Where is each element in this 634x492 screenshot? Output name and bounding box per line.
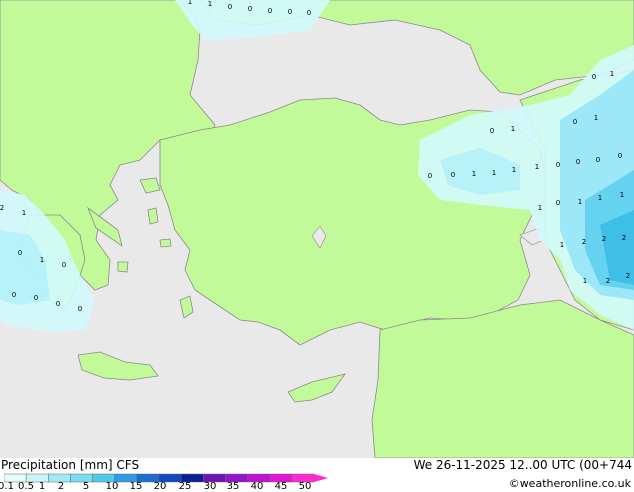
precip-value: 0 (596, 156, 600, 164)
scale-tick-label: 1 (38, 481, 46, 492)
scale-tick-label: 0.5 (18, 481, 34, 492)
precip-value: 1 (535, 163, 539, 171)
chios-island (147, 207, 159, 225)
scale-tick-label: 35 (226, 481, 240, 492)
scale-tick-label: 25 (178, 481, 192, 492)
precip-value: 2 (582, 238, 586, 246)
precip-value: 2 (606, 277, 610, 285)
precip-value: 1 (511, 125, 515, 133)
scale-tick-label: 45 (274, 481, 288, 492)
precip-value: 0 (592, 73, 596, 81)
legend-bar: Precipitation [mm] CFS We 26-11-2025 12.… (0, 458, 634, 492)
precip-value: 1 (598, 194, 602, 202)
precip-value: 1 (610, 70, 614, 78)
precip-value: 1 (583, 277, 587, 285)
precip-value: 0 (228, 3, 232, 11)
precip-value: 1 (188, 0, 192, 6)
precip-value: 0 (248, 5, 252, 13)
scale-tick-label: 20 (153, 481, 167, 492)
scale-arrow (314, 474, 328, 482)
precip-value: 2 (602, 235, 606, 243)
precip-value: 1 (40, 256, 44, 264)
precip-value: 0 (618, 152, 622, 160)
precip-value: 0 (288, 8, 292, 16)
levant-land (371, 299, 634, 458)
credit-link[interactable]: ©weatheronline.co.uk (509, 477, 631, 490)
precip-value: 0 (573, 118, 577, 126)
precip-value: 0 (490, 127, 494, 135)
scale-tick-label: 40 (250, 481, 264, 492)
legend-title: Precipitation [mm] CFS (1, 458, 140, 472)
precip-value: 0 (451, 171, 455, 179)
precip-value: 0 (78, 305, 82, 313)
precip-value: 0 (268, 7, 272, 15)
scale-tick-label: 0.1 (0, 481, 14, 492)
precip-value: 2 (0, 204, 4, 212)
precip-value: 0 (556, 199, 560, 207)
precip-value: 0 (428, 172, 432, 180)
precip-value: 1 (578, 198, 582, 206)
naxos-island (117, 261, 129, 273)
scale-tick-label: 5 (82, 481, 90, 492)
scale-swatch (70, 473, 93, 483)
precip-value: 2 (626, 272, 630, 280)
precip-value: 1 (22, 209, 26, 217)
precip-value: 0 (556, 161, 560, 169)
precip-value: 1 (538, 204, 542, 212)
precip-value: 1 (512, 166, 516, 174)
samos-island (159, 238, 172, 248)
precip-value: 1 (594, 114, 598, 122)
precipitation-map: 1 1 0 0 0 0 0 0 1 0 1 1 0 0 0 0 1 1 1 1 0 0 0 1 0 1 1 1 2 1 2 2 1 2 2 2 1 0 1 0… (0, 0, 634, 458)
scale-tick-label: 2 (57, 481, 65, 492)
precip-value: 1 (492, 169, 496, 177)
precip-value: 0 (62, 261, 66, 269)
precip-value: 0 (56, 300, 60, 308)
precip-value: 1 (208, 0, 212, 8)
precip-value: 1 (560, 241, 564, 249)
precip-value: 1 (620, 191, 624, 199)
precip-value: 0 (576, 158, 580, 166)
precip-value: 0 (307, 9, 311, 17)
precip-value: 1 (472, 170, 476, 178)
validity-time: We 26-11-2025 12..00 UTC (00+744 (413, 458, 632, 472)
scale-tick-label: 50 (298, 481, 312, 492)
precip-value: 0 (12, 291, 16, 299)
precip-value: 0 (18, 249, 22, 257)
scale-tick-label: 10 (105, 481, 119, 492)
precip-value: 2 (622, 234, 626, 242)
precip-value: 0 (34, 294, 38, 302)
scale-tick-label: 15 (129, 481, 143, 492)
scale-tick-label: 30 (203, 481, 217, 492)
